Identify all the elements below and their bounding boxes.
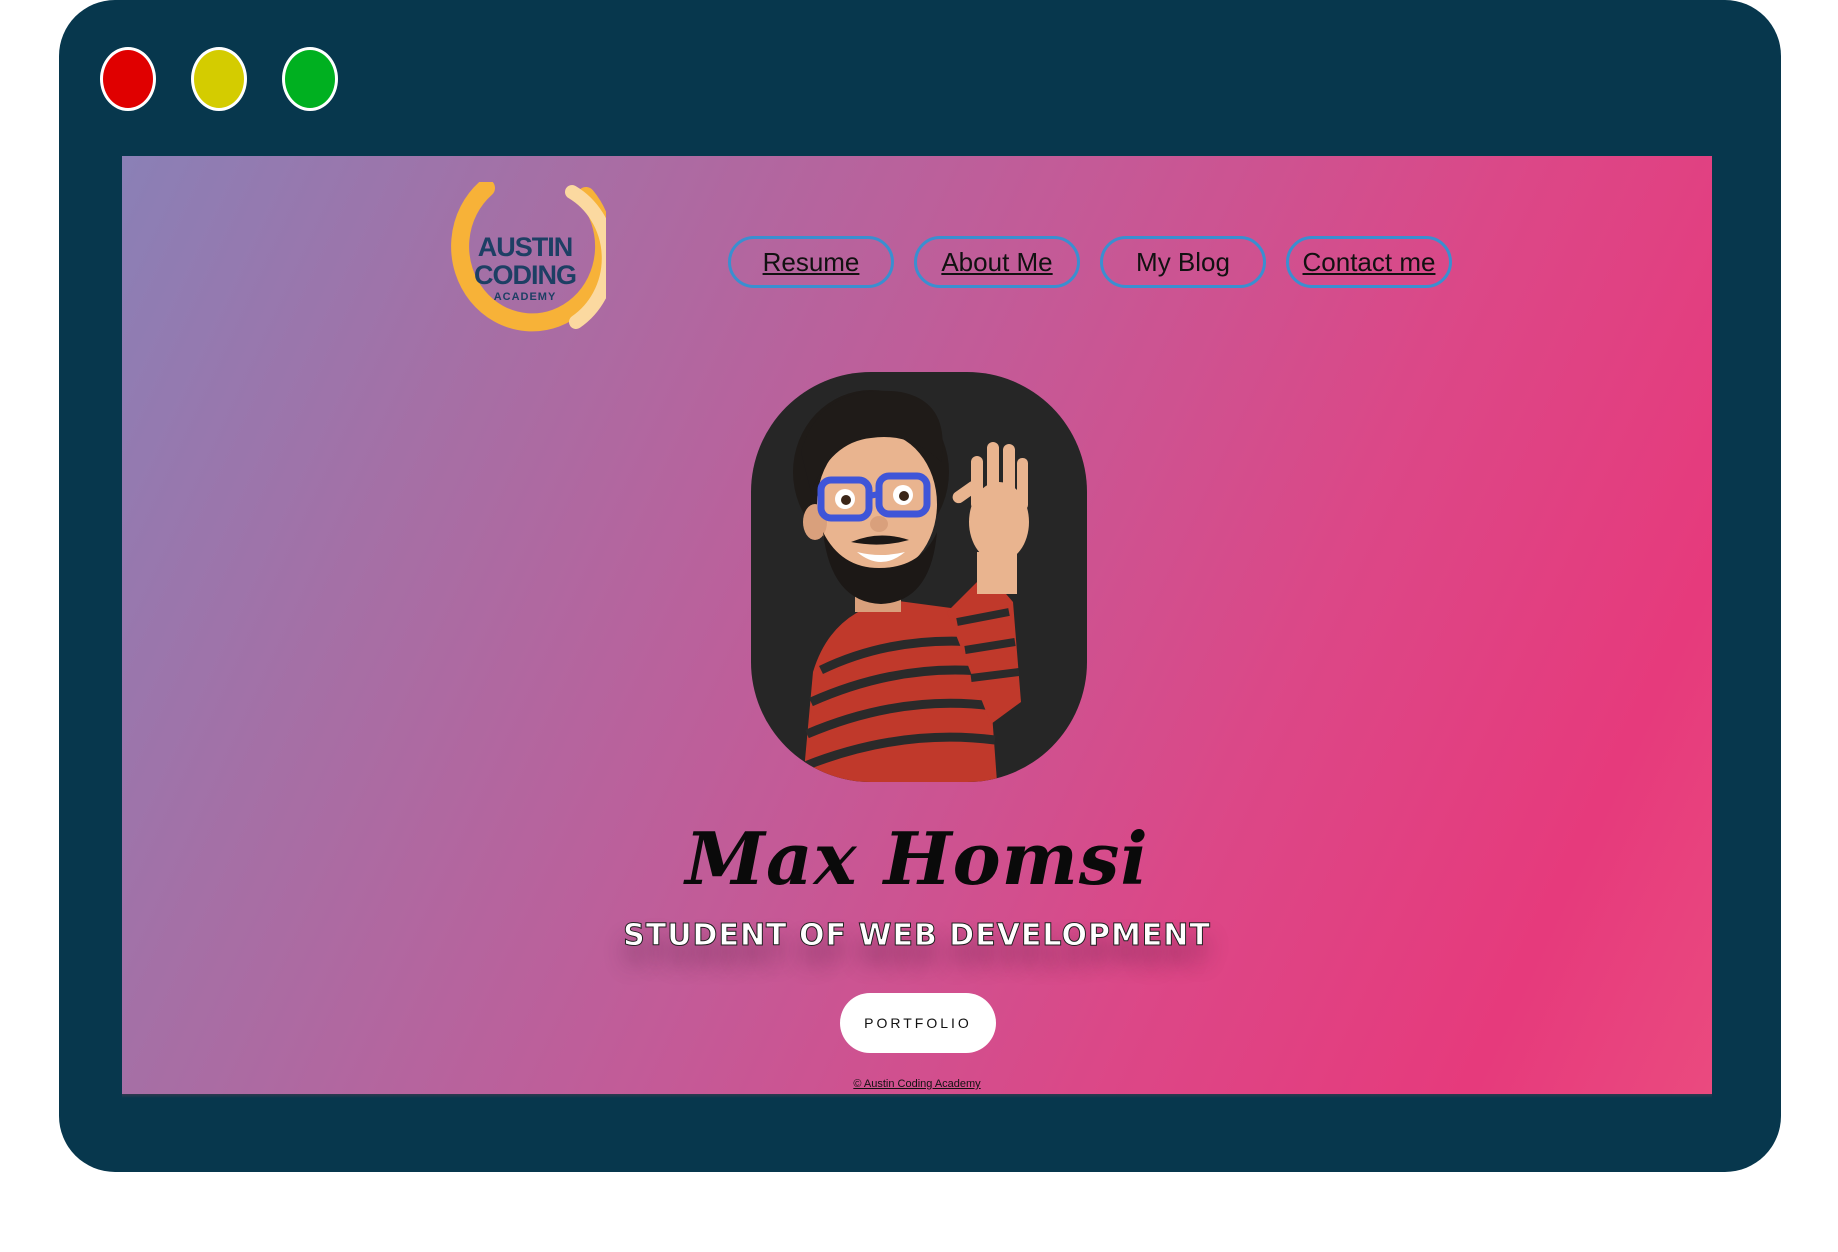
close-window-button[interactable] [100, 47, 156, 111]
minimize-window-button[interactable] [191, 47, 247, 111]
nav-my-blog-link[interactable]: My Blog [1100, 236, 1266, 288]
logo-text-austin: AUSTIN [477, 232, 574, 262]
logo-text-academy: ACADEMY [493, 291, 557, 303]
footer-copyright-link[interactable]: © Austin Coding Academy [122, 1078, 1712, 1090]
nav-contact-me-link[interactable]: Contact me [1286, 236, 1452, 288]
nav-resume-link[interactable]: Resume [728, 236, 894, 288]
main-navigation: Resume About Me My Blog Contact me [728, 236, 1452, 288]
portfolio-button[interactable]: PORTFOLIO [840, 993, 996, 1053]
nav-about-me-link[interactable]: About Me [914, 236, 1080, 288]
zoom-window-button[interactable] [282, 47, 338, 111]
profile-name-heading: Max Homsi [685, 816, 1149, 901]
austin-coding-academy-logo[interactable]: AUSTIN CODING ACADEMY [446, 179, 616, 358]
logo-text-coding: CODING [474, 260, 577, 290]
profile-avatar-image [751, 372, 1087, 782]
web-page-viewport: AUSTIN CODING ACADEMY Resume About Me My… [122, 156, 1712, 1094]
memoji-avatar-icon [793, 390, 1029, 782]
profile-subtitle: STUDENT OF WEB DEVELOPMENT [623, 918, 1211, 954]
